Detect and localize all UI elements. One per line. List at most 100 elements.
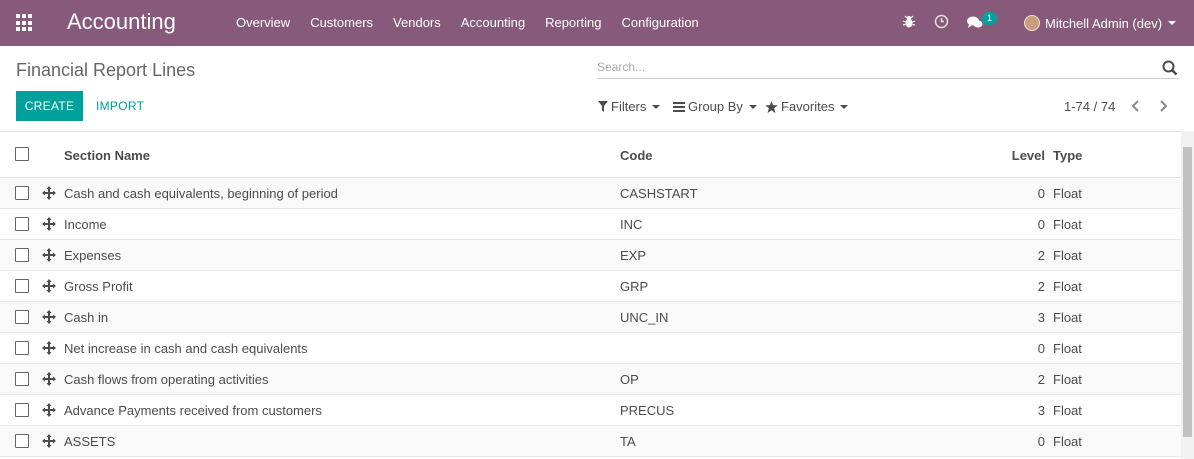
cell-type: Float xyxy=(1053,248,1082,263)
chat-icon[interactable] xyxy=(967,16,983,29)
menu-item-customers[interactable]: Customers xyxy=(300,0,383,46)
chevron-down-icon xyxy=(1168,21,1177,25)
menu-item-accounting[interactable]: Accounting xyxy=(451,0,535,46)
cell-section-name: Cash in xyxy=(64,310,109,325)
select-all-checkbox[interactable] xyxy=(15,147,29,161)
groupby-label: Group By xyxy=(688,99,743,114)
cell-level: 2 xyxy=(1037,248,1045,263)
cell-section-name: Advance Payments received from customers xyxy=(64,403,322,418)
favorites-label: Favorites xyxy=(781,99,835,114)
chevron-down-icon xyxy=(652,104,661,109)
import-button[interactable]: IMPORT xyxy=(96,91,144,121)
pager-previous-button[interactable] xyxy=(1127,96,1145,116)
groupby-dropdown[interactable]: Group By xyxy=(673,99,757,114)
drag-handle-icon[interactable] xyxy=(42,341,56,355)
column-header-code[interactable]: Code xyxy=(620,148,653,163)
cell-type: Float xyxy=(1053,217,1082,232)
column-header-level[interactable]: Level xyxy=(980,148,1045,163)
column-header-type[interactable]: Type xyxy=(1053,148,1082,163)
column-header-section-name[interactable]: Section Name xyxy=(64,148,150,163)
row-checkbox[interactable] xyxy=(15,434,29,448)
table-row[interactable]: Expenses EXP 2 Float xyxy=(0,240,1181,271)
cell-code: CASHSTART xyxy=(620,186,698,201)
row-checkbox[interactable] xyxy=(15,372,29,386)
drag-handle-icon[interactable] xyxy=(42,310,56,324)
cell-section-name: Net increase in cash and cash equivalent… xyxy=(64,341,308,356)
search-bar xyxy=(597,58,1178,79)
cell-code: INC xyxy=(620,217,643,232)
chevron-down-icon xyxy=(840,104,849,109)
cell-section-name: Cash and cash equivalents, beginning of … xyxy=(64,186,338,201)
top-navbar: Accounting Overview Customers Vendors Ac… xyxy=(0,0,1194,46)
table-row[interactable]: Cash and cash equivalents, beginning of … xyxy=(0,178,1181,209)
cell-code: TA xyxy=(620,434,636,449)
table-row[interactable]: ASSETS TA 0 Float xyxy=(0,426,1181,457)
table-row[interactable]: Cash flows from operating activities OP 2 F… xyxy=(0,364,1181,395)
cell-code: OP xyxy=(620,372,639,387)
search-icon[interactable] xyxy=(1162,60,1178,76)
table-body: Cash and cash equivalents, beginning of … xyxy=(0,178,1181,457)
list-view-table: Section Name Code Level Type Cash and ca… xyxy=(0,131,1181,459)
table-header: Section Name Code Level Type xyxy=(0,132,1181,178)
cell-type: Float xyxy=(1053,403,1082,418)
row-checkbox[interactable] xyxy=(15,248,29,262)
cell-section-name: Income xyxy=(64,217,107,232)
table-row[interactable]: Net increase in cash and cash equivalent… xyxy=(0,333,1181,364)
cell-code: UNC_IN xyxy=(620,310,669,325)
vertical-scrollbar[interactable] xyxy=(1181,131,1194,459)
drag-handle-icon[interactable] xyxy=(42,279,56,293)
drag-handle-icon[interactable] xyxy=(42,434,56,448)
cell-level: 2 xyxy=(1037,372,1045,387)
filters-label: Filters xyxy=(611,99,647,114)
cell-level: 3 xyxy=(1037,310,1045,325)
user-name: Mitchell Admin (dev) xyxy=(1045,15,1163,31)
cell-section-name: Gross Profit xyxy=(64,279,133,294)
search-input[interactable] xyxy=(597,60,1157,74)
cell-section-name: Expenses xyxy=(64,248,122,263)
menu-item-configuration[interactable]: Configuration xyxy=(611,0,708,46)
table-row[interactable]: Gross Profit GRP 2 Float xyxy=(0,271,1181,302)
row-checkbox[interactable] xyxy=(15,186,29,200)
favorites-dropdown[interactable]: Favorites xyxy=(765,99,849,114)
messages-count-badge: 1 xyxy=(982,12,998,25)
apps-grid-icon[interactable] xyxy=(16,14,34,32)
avatar xyxy=(1024,15,1040,31)
drag-handle-icon[interactable] xyxy=(42,403,56,417)
pager-next-button[interactable] xyxy=(1154,96,1172,116)
row-checkbox[interactable] xyxy=(15,341,29,355)
drag-handle-icon[interactable] xyxy=(42,372,56,386)
cell-type: Float xyxy=(1053,434,1082,449)
drag-handle-icon[interactable] xyxy=(42,217,56,231)
cell-level: 0 xyxy=(1037,217,1045,232)
drag-handle-icon[interactable] xyxy=(42,248,56,262)
chevron-down-icon xyxy=(748,104,757,109)
create-button[interactable]: CREATE xyxy=(16,91,83,121)
row-checkbox[interactable] xyxy=(15,279,29,293)
filters-dropdown[interactable]: Filters xyxy=(598,99,661,114)
cell-type: Float xyxy=(1053,372,1082,387)
filter-icon xyxy=(598,101,608,112)
user-menu[interactable]: Mitchell Admin (dev) xyxy=(1024,0,1177,46)
menu-item-vendors[interactable]: Vendors xyxy=(383,0,451,46)
pager-value[interactable]: 1-74 / 74 xyxy=(1064,99,1115,114)
menu-item-reporting[interactable]: Reporting xyxy=(535,0,611,46)
cell-type: Float xyxy=(1053,186,1082,201)
clock-icon[interactable] xyxy=(934,14,949,29)
cell-level: 0 xyxy=(1037,434,1045,449)
cell-code: EXP xyxy=(620,248,647,263)
table-row[interactable]: Income INC 0 Float xyxy=(0,209,1181,240)
table-row[interactable]: Advance Payments received from customers… xyxy=(0,395,1181,426)
row-checkbox[interactable] xyxy=(15,403,29,417)
menu-item-overview[interactable]: Overview xyxy=(226,0,300,46)
app-brand[interactable]: Accounting xyxy=(67,9,176,35)
bug-icon[interactable] xyxy=(902,15,916,29)
row-checkbox[interactable] xyxy=(15,310,29,324)
table-row[interactable]: Cash in UNC_IN 3 Float xyxy=(0,302,1181,333)
row-checkbox[interactable] xyxy=(15,217,29,231)
cell-level: 2 xyxy=(1037,279,1045,294)
main-menu: Overview Customers Vendors Accounting Re… xyxy=(226,0,709,46)
cell-section-name: Cash flows from operating activities xyxy=(64,372,269,387)
drag-handle-icon[interactable] xyxy=(42,186,56,200)
cell-level: 3 xyxy=(1037,403,1045,418)
scrollbar-thumb[interactable] xyxy=(1183,147,1192,437)
